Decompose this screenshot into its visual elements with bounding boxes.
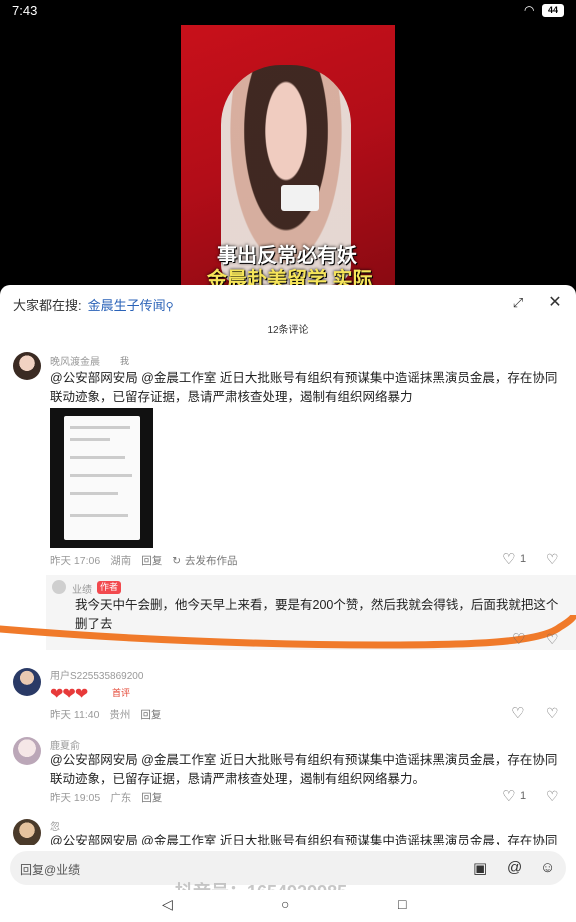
avatar[interactable] <box>13 352 41 380</box>
avatar[interactable] <box>13 737 41 765</box>
comment-location: 湖南 <box>110 555 132 567</box>
close-icon[interactable]: ✕ <box>545 293 565 313</box>
comments-count: 12条评论 <box>267 325 309 336</box>
comment-location: 贵州 <box>109 709 131 721</box>
comment-username[interactable]: 忽 <box>50 818 60 833</box>
navigation-bar: ◁ ○ □ <box>0 890 576 922</box>
author-badge: 作者 <box>97 581 122 594</box>
wifi-icon: ◠ <box>524 3 535 17</box>
comment-username[interactable]: 业绩 <box>72 581 92 596</box>
related-search-prefix: 大家都在搜: <box>13 298 82 313</box>
status-time: 7:43 <box>12 3 38 18</box>
reply-input-placeholder[interactable]: 回复@业绩 <box>20 861 80 878</box>
self-badge: 我 <box>120 356 130 366</box>
share-to-post-button[interactable]: 去发布作品 <box>185 555 238 567</box>
comment-time: 昨天 17:06 <box>50 555 101 567</box>
comment-location: 广东 <box>110 792 132 804</box>
recents-icon[interactable]: □ <box>398 896 406 912</box>
comment-time: 昨天 11:40 <box>50 709 100 721</box>
like-icon[interactable]: ♡ <box>502 787 515 805</box>
comment-username[interactable]: 晚风渡金晨 <box>50 353 100 368</box>
like-icon[interactable]: ♡ <box>511 704 524 722</box>
reply-button[interactable]: 回复 <box>141 792 162 804</box>
related-search-keyword[interactable]: 金晨生子传闻 <box>88 298 166 313</box>
comment-meta: 昨天 19:05 广东 回复 <box>50 790 172 805</box>
avatar[interactable] <box>52 580 66 594</box>
image-icon[interactable]: ▣ <box>473 859 487 877</box>
related-search[interactable]: 大家都在搜: 金晨生子传闻⚲ <box>13 295 174 314</box>
heart-emojis: ❤❤❤ <box>50 686 88 703</box>
avatar[interactable] <box>13 668 41 696</box>
video-caption-line2: 金晨赴美留学 实际 <box>207 269 373 285</box>
avatar[interactable] <box>13 819 41 847</box>
comment-meta: 昨天 17:06 湖南 回复 ↻ 去发布作品 <box>50 553 248 568</box>
like-count: 1 <box>520 790 527 802</box>
comment-meta: 昨天 11:40 贵州 回复 <box>50 707 171 722</box>
like-count: 1 <box>520 553 527 565</box>
home-icon[interactable]: ○ <box>281 896 289 912</box>
comment-image[interactable] <box>50 408 153 548</box>
expand-icon[interactable]: ⤢ <box>508 293 528 313</box>
reply-button[interactable]: 回复 <box>141 555 162 567</box>
mention-icon[interactable]: @ <box>507 859 522 876</box>
comment-sheet: 大家都在搜: 金晨生子传闻⚲ ⤢ ✕ 12条评论 晚风渡金晨 我 @公安部网安局 … <box>0 285 576 860</box>
comment-username[interactable]: 鹿夏俞 <box>50 737 80 752</box>
comment-time: 昨天 19:05 <box>50 792 101 804</box>
comment-text: @公安部网安局 @金晨工作室 近日大批账号有组织有预谋集中造谣抹黑演员金晨，存在… <box>50 371 558 404</box>
dislike-icon[interactable]: ♡ <box>546 631 559 648</box>
video-player[interactable]: 事出反常必有妖 金晨赴美留学 实际 <box>181 25 395 285</box>
emoji-icon[interactable]: ☺ <box>540 859 555 876</box>
dislike-icon[interactable]: ♡ <box>546 788 559 805</box>
share-icon[interactable]: ↻ <box>172 555 181 567</box>
dislike-icon[interactable]: ♡ <box>546 551 559 568</box>
comment-text: @公安部网安局 @金晨工作室 近日大批账号有组织有预谋集中造谣抹黑演员金晨，存在… <box>50 753 558 786</box>
back-icon[interactable]: ◁ <box>162 896 173 913</box>
like-icon[interactable]: ♡ <box>502 550 515 568</box>
like-icon[interactable]: ♡ <box>512 630 525 648</box>
reply-button[interactable]: 回复 <box>140 709 161 721</box>
search-icon: ⚲ <box>165 301 174 313</box>
dislike-icon[interactable]: ♡ <box>546 705 559 722</box>
microphone <box>281 185 319 211</box>
status-bar: 7:43 ◠ 44 <box>0 0 576 22</box>
battery-icon: 44 <box>542 4 564 17</box>
comment-username[interactable]: 用户S225535869200 <box>50 667 143 682</box>
orange-highlight-stroke <box>0 615 576 649</box>
first-comment-tag: 首评 <box>112 688 131 698</box>
